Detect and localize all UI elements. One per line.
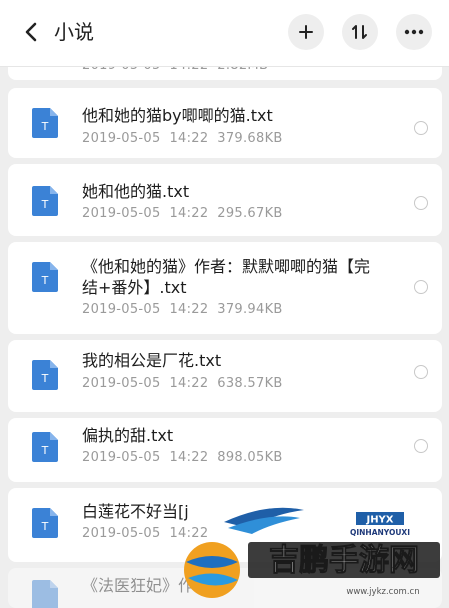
file-size: 638.57KB <box>217 376 283 391</box>
file-size: 379.68KB <box>217 131 283 146</box>
file-name: 我的相公是厂花.txt <box>82 351 222 370</box>
txt-file-icon: T <box>32 432 58 462</box>
file-size: 379.94KB <box>217 302 283 317</box>
txt-file-icon: T <box>32 360 58 390</box>
file-time: 14:22 <box>169 131 209 146</box>
file-item[interactable]: T 他和她的猫by唧唧的猫.txt 2019-05-05 14:22 379.6… <box>8 88 442 158</box>
watermark-brand: 吉鹏手游网 <box>269 543 419 578</box>
file-time: 14:22 <box>169 302 209 317</box>
sort-button[interactable] <box>342 14 378 50</box>
watermark-pinyin: QINHANYOUXI <box>350 528 410 537</box>
txt-file-icon: T <box>32 262 58 292</box>
file-time: 14:22 <box>169 450 209 465</box>
watermark-url: www.jykz.com.cn <box>346 587 419 597</box>
file-size: 898.05KB <box>217 450 283 465</box>
txt-file-icon: T <box>32 108 58 138</box>
file-item[interactable]: T 《他和她的猫》作者：默默唧唧的猫【完 结+番外】.txt 2019-05-0… <box>8 242 442 334</box>
watermark-code: JHYX <box>365 515 393 526</box>
file-date: 2019-05-05 <box>82 131 161 146</box>
add-button[interactable] <box>288 14 324 50</box>
file-date: 2019-05-05 <box>82 376 161 391</box>
file-meta: 2019-05-05 14:22 898.05KB <box>82 448 283 468</box>
svg-text:T: T <box>41 520 49 533</box>
file-item[interactable]: T 我的相公是厂花.txt 2019-05-05 14:22 638.57KB <box>8 340 442 412</box>
select-radio[interactable] <box>414 196 428 210</box>
file-name: 白莲花不好当[j <box>82 502 189 521</box>
file-name: 他和她的猫by唧唧的猫.txt <box>82 106 273 125</box>
file-time: 14:22 <box>169 376 209 391</box>
file-date: 2019-05-05 <box>82 526 161 541</box>
file-meta: 2019-05-05 14:22 379.68KB <box>82 129 283 149</box>
file-meta: 2019-05-05 14:22 638.57KB <box>82 374 283 394</box>
svg-text:T: T <box>41 372 49 385</box>
txt-file-icon: T <box>32 186 58 216</box>
select-radio[interactable] <box>414 439 428 453</box>
txt-file-icon <box>32 580 58 608</box>
select-radio[interactable] <box>414 365 428 379</box>
file-meta: 2019-05-05 14:22 295.67KB <box>82 204 283 224</box>
file-time: 14:22 <box>169 206 209 221</box>
file-meta: 2019-05-05 14:22 379.94KB <box>82 300 283 320</box>
more-button[interactable] <box>396 14 432 50</box>
chevron-left-icon[interactable] <box>20 18 44 46</box>
sort-icon <box>352 25 367 39</box>
file-date: 2019-05-05 <box>82 450 161 465</box>
file-size: 295.67KB <box>217 206 283 221</box>
select-radio[interactable] <box>414 280 428 294</box>
top-bar: 小说 <box>0 0 449 67</box>
file-item[interactable]: T 偏执的甜.txt 2019-05-05 14:22 898.05KB <box>8 418 442 482</box>
svg-text:T: T <box>41 120 49 133</box>
file-date: 2019-05-05 <box>82 206 161 221</box>
file-date: 2019-05-05 <box>82 302 161 317</box>
watermark-logo: JHYX QINHANYOUXI 吉鹏手游网 www.jykz.com.cn <box>184 507 440 598</box>
select-radio[interactable] <box>414 121 428 135</box>
svg-text:T: T <box>41 444 49 457</box>
page-title: 小说 <box>54 20 94 44</box>
more-horizontal-icon <box>404 29 424 35</box>
file-item[interactable]: T 她和他的猫.txt 2019-05-05 14:22 295.67KB <box>8 164 442 236</box>
txt-file-icon: T <box>32 508 58 538</box>
file-name: 偏执的甜.txt <box>82 426 174 445</box>
svg-text:T: T <box>41 274 49 287</box>
svg-text:T: T <box>41 198 49 211</box>
plus-icon <box>299 25 313 39</box>
file-name: 她和他的猫.txt <box>82 182 190 201</box>
file-name-line2: 结+番外】.txt <box>82 278 187 297</box>
